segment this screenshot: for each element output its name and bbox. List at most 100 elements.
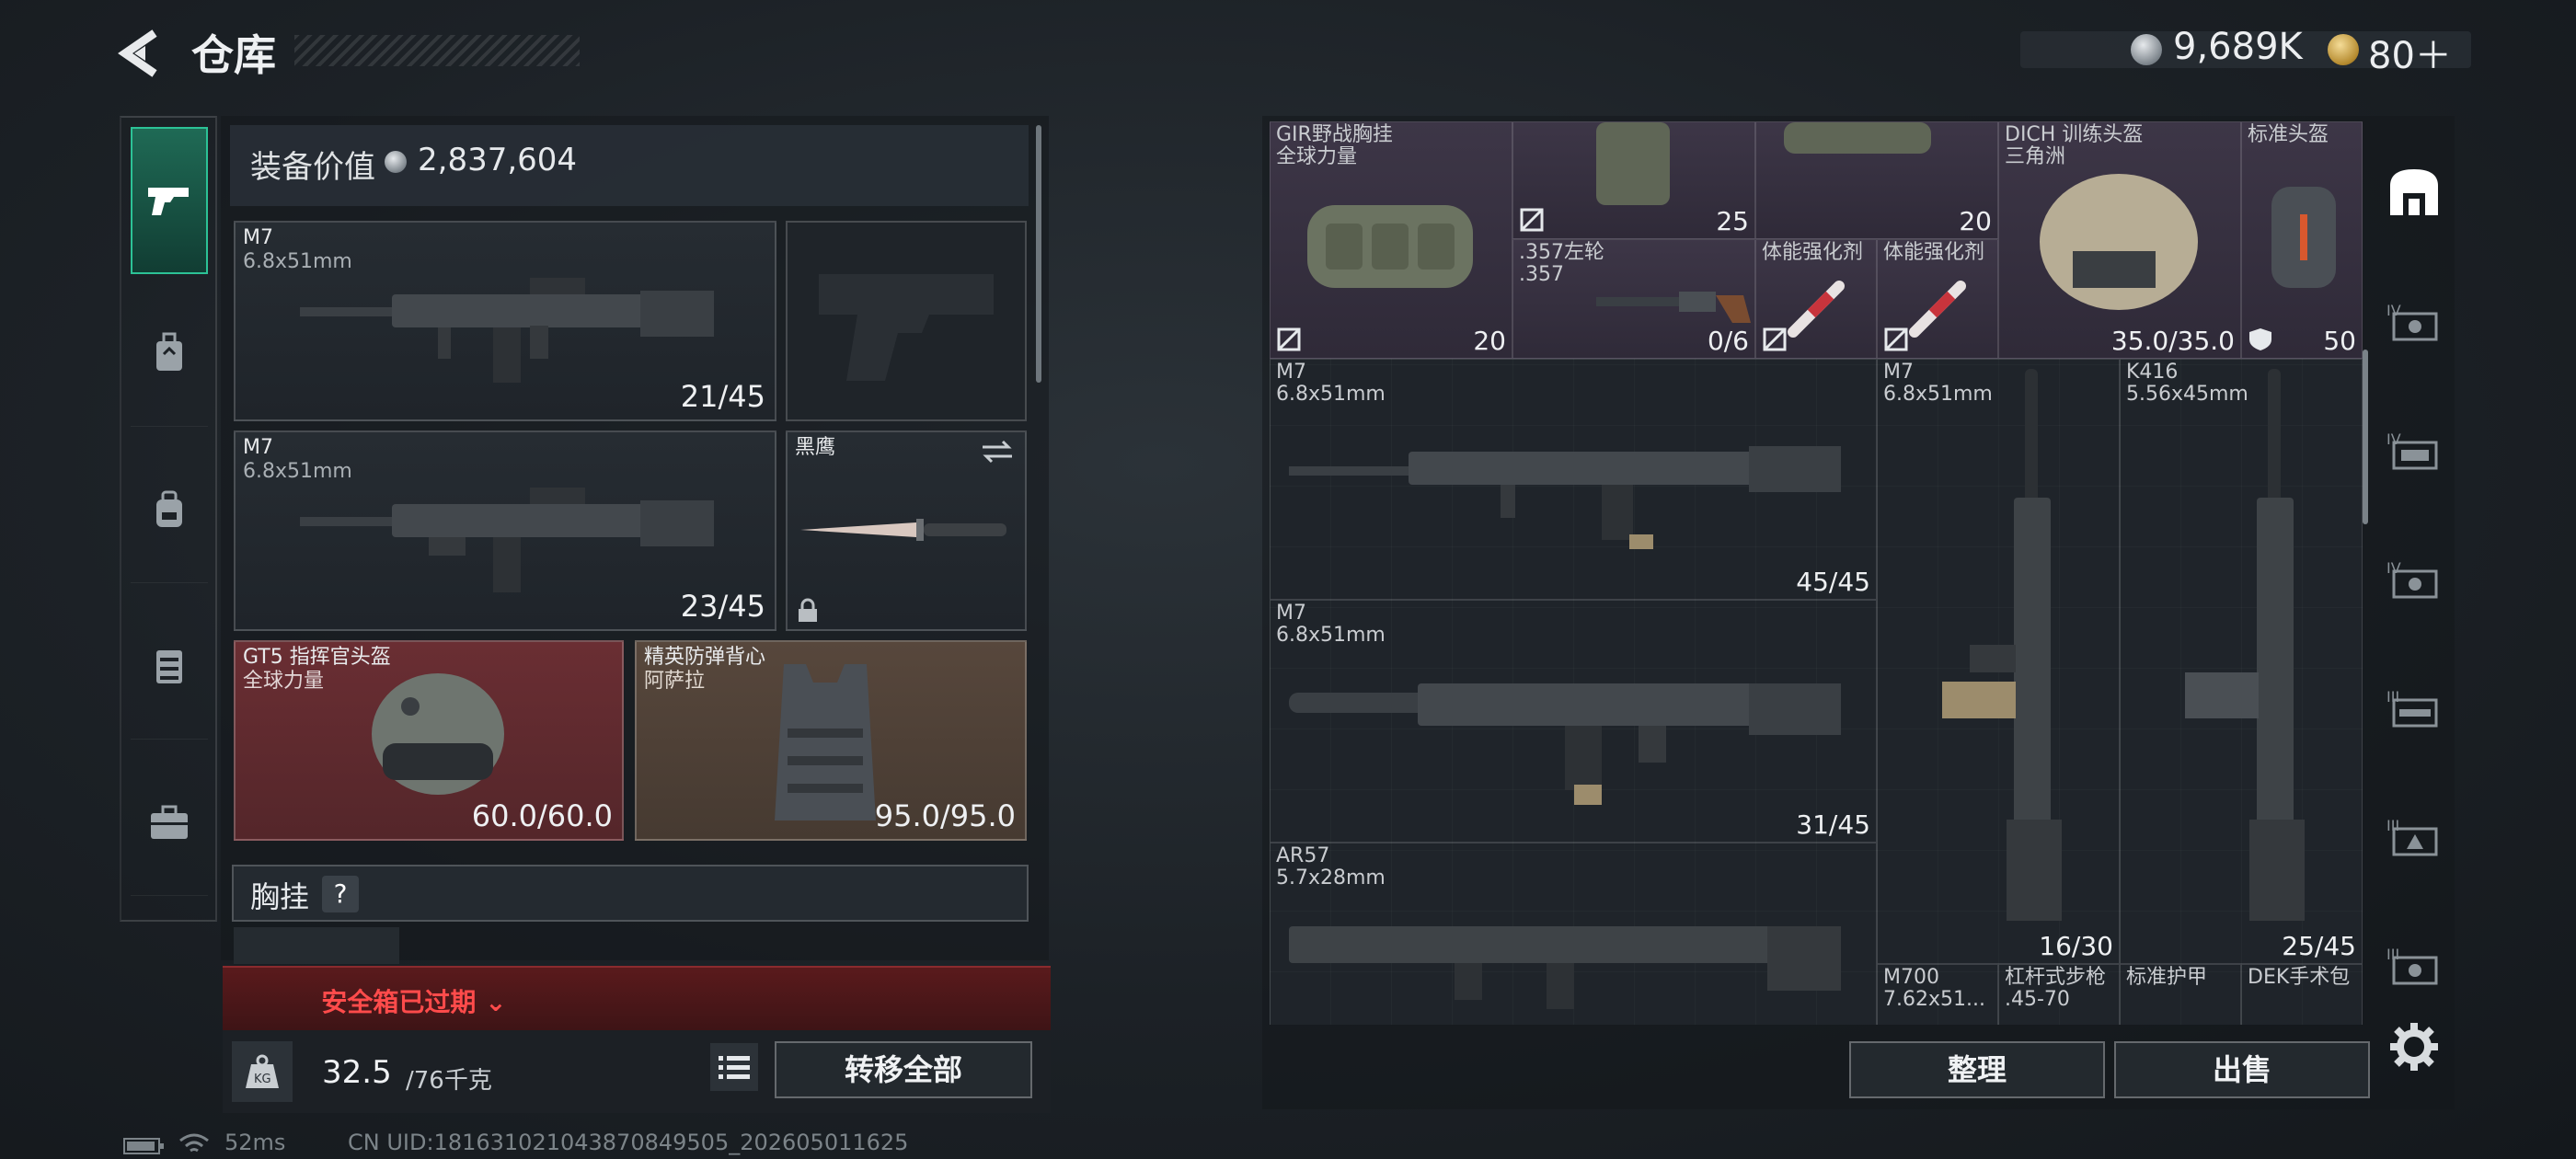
stash-page-iv-3[interactable]: IV	[2381, 546, 2447, 613]
stash-scrollbar[interactable]	[2363, 350, 2368, 524]
wifi-icon	[179, 1133, 209, 1153]
transfer-all-button[interactable]: 转移全部	[775, 1041, 1032, 1098]
item-name: GIR野战胸挂	[1276, 123, 1393, 146]
bag-icon	[156, 490, 182, 527]
stash-item-m7-1[interactable]: M7 6.8x51mm 45/45	[1270, 359, 1877, 600]
chest-rig-icon	[1307, 205, 1473, 288]
no-trade-icon	[1884, 327, 1908, 351]
settings-button[interactable]	[2386, 1019, 2442, 1074]
stash-page-iii-1[interactable]: III	[2381, 675, 2447, 741]
item-name: 标准头盔	[2248, 123, 2329, 146]
item-name: 标准护甲	[2126, 966, 2208, 989]
item-value: 31/45	[1796, 809, 1870, 840]
nav-helmet[interactable]	[131, 280, 208, 427]
case-icon: IV	[2386, 430, 2438, 470]
nav-backpack[interactable]	[131, 436, 208, 583]
stash-item-backpack[interactable]: 20	[1755, 121, 1998, 239]
item-value: 0/6	[1707, 326, 1749, 356]
item-sub: 7.62x51...	[1883, 988, 1985, 1011]
armor-slot[interactable]: 精英防弹背心 阿萨拉 95.0/95.0	[635, 640, 1027, 841]
stash-item-chest-rig[interactable]: GIR野战胸挂 全球力量 20	[1270, 121, 1512, 359]
smg-icon	[1289, 926, 1841, 1009]
stash-item-k416[interactable]: K416 5.56x45mm 25/45	[2120, 359, 2363, 964]
vest-icon	[156, 649, 182, 683]
case-icon: III	[2386, 946, 2438, 985]
stash-item-vest[interactable]: 25	[1512, 121, 1755, 239]
list-view-button[interactable]	[710, 1043, 758, 1091]
armor-faction: 阿萨拉	[644, 670, 706, 693]
item-name: AR57	[1276, 844, 1330, 867]
nav-briefcase[interactable]	[131, 749, 208, 896]
pistol-icon	[148, 188, 189, 215]
stash-page-nav: IV IV IV III III III	[2370, 138, 2458, 1021]
title-decoration	[294, 35, 580, 66]
lock-icon	[799, 598, 817, 622]
sell-button[interactable]: 出售	[2114, 1041, 2370, 1098]
item-sub: .357	[1519, 263, 1564, 286]
back-button[interactable]	[118, 28, 164, 79]
stash-item-m7-2[interactable]: M7 6.8x51mm 31/45	[1270, 600, 1877, 843]
swap-icon[interactable]	[979, 438, 1016, 465]
rifle-icon	[300, 488, 714, 592]
stash-item-training-helmet[interactable]: DICH 训练头盔 三角洲 35.0/35.0	[1998, 121, 2241, 359]
case-icon: IV	[2386, 559, 2438, 599]
helmet-icon	[2040, 174, 2198, 310]
current-weight: 32.5	[322, 1054, 392, 1091]
helmet-durability: 60.0/60.0	[471, 798, 613, 833]
no-trade-icon	[1520, 208, 1544, 232]
stash-item-stim-2[interactable]: 体能强化剂	[1877, 239, 1998, 359]
melee-slot[interactable]: 黑鹰	[786, 430, 1027, 631]
nav-weapons[interactable]	[131, 127, 208, 274]
case-icon: IV	[2386, 302, 2438, 341]
armor-durability: 95.0/95.0	[874, 798, 1016, 833]
chest-rig-slot[interactable]	[234, 927, 399, 964]
stash-page-iv-1[interactable]: IV	[2381, 289, 2447, 355]
stash-item-stim-1[interactable]: 体能强化剂	[1755, 239, 1877, 359]
svg-text:KG: KG	[254, 1073, 271, 1086]
stash-item-standard-helmet[interactable]: 标准头盔 50	[2241, 121, 2363, 359]
safe-box-expired-text[interactable]: 安全箱已过期 ⌄	[0, 982, 828, 1019]
item-sub: 全球力量	[1276, 145, 1358, 168]
helmet-slot[interactable]: GT5 指挥官头盔 全球力量 60.0/60.0	[234, 640, 624, 841]
knife-name: 黑鹰	[795, 436, 836, 459]
gold-amount[interactable]: 80＋	[2368, 26, 2452, 79]
stash-item-ar57[interactable]: AR57 5.7x28mm	[1270, 843, 1877, 1025]
item-sub: 6.8x51mm	[1276, 383, 1386, 406]
item-name: DEK手术包	[2248, 966, 2351, 989]
knife-icon	[800, 519, 1006, 541]
stash-page-iv-2[interactable]: IV	[2381, 418, 2447, 484]
no-trade-icon	[1763, 327, 1787, 351]
sort-button[interactable]: 整理	[1849, 1041, 2105, 1098]
vest-icon	[775, 664, 876, 820]
chest-rig-label: 胸挂	[250, 879, 310, 914]
weapon-name: M7	[243, 436, 273, 459]
stash-item-surgery-kit[interactable]: DEK手术包	[2241, 964, 2363, 1025]
loadout-scrollbar[interactable]	[1036, 125, 1041, 383]
item-sub: 5.7x28mm	[1276, 866, 1386, 889]
stash-page-iii-2[interactable]: III	[2381, 804, 2447, 870]
stash-page-iii-3[interactable]: III	[2381, 933, 2447, 999]
stash-page-home[interactable]	[2381, 160, 2447, 226]
briefcase-icon	[151, 805, 188, 839]
item-name: .357左轮	[1519, 241, 1604, 264]
stash-item-m700[interactable]: M700 7.62x51...	[1877, 964, 1998, 1025]
stash-item-lever-rifle[interactable]: 杠杆式步枪 .45-70	[1998, 964, 2120, 1025]
stash-item-m7-3[interactable]: M7 6.8x51mm 16/30	[1877, 359, 2120, 964]
rifle-vertical-icon	[2185, 369, 2305, 921]
stash-item-revolver[interactable]: .357左轮 .357 0/6	[1512, 239, 1755, 359]
chest-help-icon[interactable]: ?	[322, 876, 359, 912]
silver-amount[interactable]: 9,689K	[2173, 26, 2303, 68]
item-sub: .45-70	[2005, 988, 2070, 1011]
item-value: 25/45	[2282, 931, 2356, 961]
pistol-slot[interactable]	[786, 221, 1027, 421]
battery-icon	[123, 1138, 164, 1154]
nav-armor[interactable]	[131, 592, 208, 740]
pistol-silhouette-icon	[819, 274, 994, 381]
ping-value: 52ms	[224, 1130, 286, 1155]
secondary-weapon-slot[interactable]: M7 6.8x51mm 23/45	[234, 430, 776, 631]
primary-weapon-slot[interactable]: M7 6.8x51mm 21/45	[234, 221, 776, 421]
list-icon	[719, 1056, 750, 1079]
stash-item-standard-armor[interactable]: 标准护甲	[2120, 964, 2241, 1025]
syringe-icon	[1909, 281, 1966, 338]
vest-icon	[1596, 122, 1670, 205]
